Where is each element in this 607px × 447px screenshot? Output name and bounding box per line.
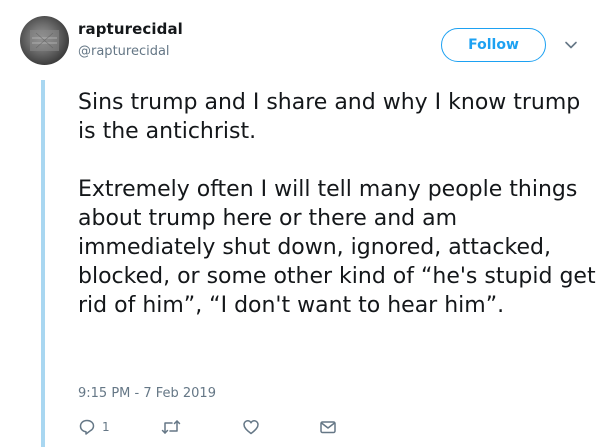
retweet-button[interactable] — [161, 416, 181, 438]
direct-message-button[interactable] — [319, 416, 337, 438]
reply-count: 1 — [102, 420, 110, 434]
like-button[interactable] — [242, 416, 260, 438]
follow-button[interactable]: Follow — [441, 28, 546, 62]
heart-icon — [242, 418, 260, 436]
reply-icon — [78, 418, 96, 436]
retweet-icon — [161, 418, 181, 436]
chevron-down-icon[interactable] — [563, 37, 579, 53]
tweet-text: Sins trump and I share and why I know tr… — [78, 90, 596, 318]
thread-line — [41, 80, 45, 447]
display-name[interactable]: rapturecidal — [78, 20, 183, 38]
avatar[interactable] — [20, 16, 69, 65]
user-handle[interactable]: @rapturecidal — [78, 44, 170, 59]
reply-button[interactable]: 1 — [78, 416, 110, 438]
envelope-icon — [319, 418, 337, 436]
tweet-timestamp[interactable]: 9:15 PM - 7 Feb 2019 — [78, 386, 216, 401]
